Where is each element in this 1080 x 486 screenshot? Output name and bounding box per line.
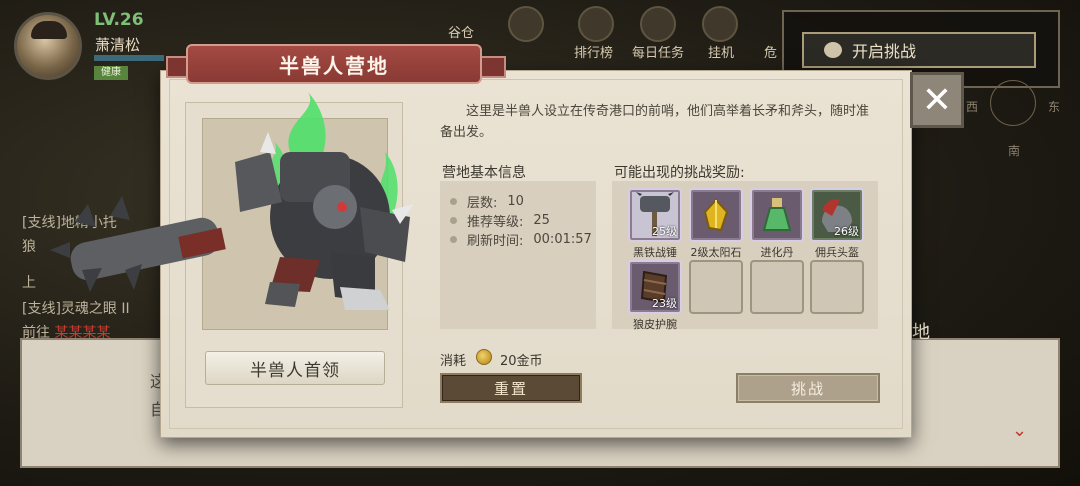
reward-level: 26级 [834, 225, 859, 238]
start-challenge-label: 开启挑战 [852, 42, 917, 61]
challenge-button[interactable]: 挑战 [736, 373, 880, 403]
reward-name: 佣兵头盔 [815, 246, 859, 259]
boss-name-button[interactable]: 半兽人首领 [205, 351, 385, 385]
potion-icon [762, 198, 792, 231]
gold-coin-icon [476, 349, 492, 365]
cost-label: 消耗 [440, 354, 467, 369]
spiked-club-icon [50, 196, 226, 292]
reward-slot-empty [750, 260, 804, 314]
reward-name: 狼皮护腕 [633, 318, 677, 331]
info-label: 层数: [467, 196, 498, 211]
idle-icon[interactable] [702, 6, 738, 42]
daily-task-icon[interactable] [640, 6, 676, 42]
cost-value: 20金币 [500, 354, 543, 369]
reward-slot-empty [810, 260, 864, 314]
camp-description: 这里是半兽人设立在传奇港口的前哨，他们高举着长矛和斧头，随时准备出发。 [440, 104, 870, 140]
reset-button[interactable]: 重置 [440, 373, 582, 403]
info-label: 推荐等级: [467, 215, 524, 230]
reward-slot[interactable]: 25级 [628, 188, 682, 242]
ribbon-tail-right [480, 56, 506, 78]
tab-rankings[interactable]: 排行榜 [574, 42, 613, 61]
reward-level: 23级 [652, 297, 677, 310]
reward-slot[interactable] [750, 188, 804, 242]
map-direction-south: 南 [1008, 144, 1021, 158]
player-level: LV.26 [94, 10, 144, 30]
bullet-icon [450, 217, 457, 224]
bullet-icon [450, 236, 457, 243]
bullet-icon [450, 198, 457, 205]
play-icon[interactable] [508, 6, 544, 42]
reward-slot[interactable]: 23级 [628, 260, 682, 314]
info-row-recommended-level: 推荐等级: 25 [450, 211, 550, 230]
info-section-title: 营地基本信息 [442, 165, 526, 181]
rewards-section-title: 可能出现的挑战奖励: [614, 165, 745, 181]
close-button[interactable]: ✕ [910, 72, 964, 128]
flag-icon [824, 42, 842, 58]
info-value: 10 [507, 194, 524, 209]
info-value: 00:01:57 [533, 232, 592, 247]
trophy-icon[interactable] [578, 6, 614, 42]
start-challenge-button[interactable]: 开启挑战 [802, 32, 1036, 68]
dialog-title: 半兽人营地 [186, 44, 482, 84]
close-icon: ✕ [921, 79, 953, 121]
reward-slot[interactable]: 26级 [810, 188, 864, 242]
info-label: 刷新时间: [467, 234, 524, 249]
sunstone-icon [703, 198, 729, 232]
status-badge: 健康 [94, 66, 128, 80]
tab-idle[interactable]: 挂机 [708, 42, 734, 61]
map-direction-west: 西 [966, 100, 979, 114]
tab-barn[interactable]: 谷仓 [448, 22, 474, 41]
compass-icon [990, 80, 1036, 126]
chevron-down-icon[interactable]: ⌄ [1012, 420, 1027, 441]
game-screen: LV.26 萧清松 健康 谷仓 排行榜 每日任务 挂机 危 [支线]地精小托 狼… [0, 0, 1080, 486]
player-exp-bar [94, 55, 164, 61]
tab-daily-tasks[interactable]: 每日任务 [632, 42, 684, 61]
reward-slot[interactable] [689, 188, 743, 242]
orc-boss-portrait [50, 92, 414, 310]
tab-partial[interactable]: 危 [764, 42, 777, 61]
reward-name: 2级太阳石 [690, 246, 742, 259]
player-avatar[interactable] [14, 12, 82, 80]
player-name: 萧清松 [95, 36, 141, 54]
info-row-floors: 层数: 10 [450, 192, 524, 211]
info-value: 25 [533, 213, 550, 228]
reward-slot-empty [689, 260, 743, 314]
reward-level: 25级 [652, 225, 677, 238]
map-direction-east: 东 [1048, 100, 1061, 114]
reward-name: 黑铁战锤 [633, 246, 677, 259]
info-row-refresh-time: 刷新时间: 00:01:57 [450, 230, 592, 249]
